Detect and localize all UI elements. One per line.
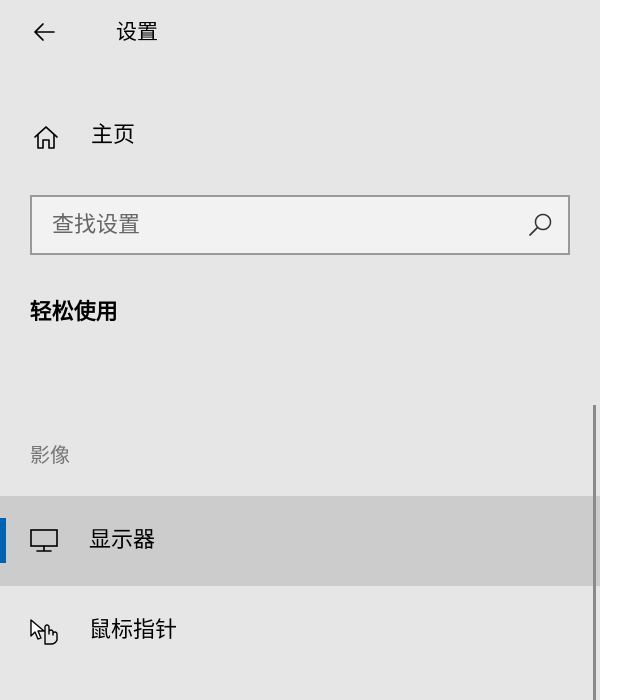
page-title: 设置 <box>116 20 158 44</box>
scrollbar[interactable] <box>593 405 596 700</box>
nav-item-mouse-pointer[interactable]: 鼠标指针 <box>0 586 600 676</box>
header: 设置 <box>0 0 600 64</box>
selection-indicator <box>0 518 6 563</box>
home-icon <box>32 124 60 150</box>
search-box <box>30 195 570 255</box>
back-button[interactable] <box>20 12 68 52</box>
search-input[interactable] <box>32 197 512 253</box>
nav-item-label: 鼠标指针 <box>89 618 178 643</box>
arrow-left-icon <box>32 22 56 42</box>
home-label: 主页 <box>91 123 136 148</box>
mouse-pointer-hand-icon <box>28 617 60 645</box>
settings-sidebar: 设置 主页 轻松使用 影像 显示器 <box>0 0 600 700</box>
group-label: 影像 <box>30 443 70 467</box>
search-icon[interactable] <box>526 211 554 239</box>
nav-item-label: 显示器 <box>89 528 156 553</box>
home-nav-item[interactable]: 主页 <box>0 112 600 162</box>
section-heading: 轻松使用 <box>30 300 119 325</box>
monitor-icon <box>28 527 60 555</box>
nav-item-display[interactable]: 显示器 <box>0 496 600 586</box>
